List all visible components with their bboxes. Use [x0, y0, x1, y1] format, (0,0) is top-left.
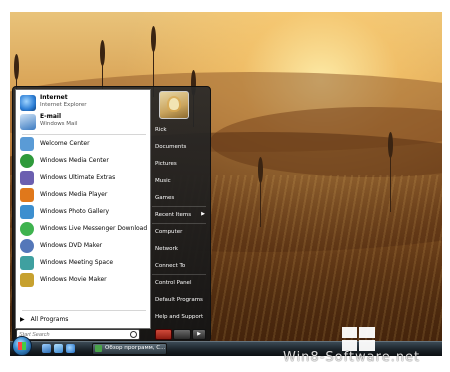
- right-item-help-support[interactable]: Help and Support: [152, 310, 207, 324]
- program-item-photo-gallery[interactable]: Windows Photo Gallery: [20, 204, 148, 221]
- internet-explorer-icon: [20, 95, 36, 111]
- meeting-space-icon: [20, 256, 34, 270]
- program-item-media-player[interactable]: Windows Media Player: [20, 187, 148, 204]
- chevron-right-icon: ▶: [201, 211, 205, 217]
- right-item-label: Documents: [155, 144, 187, 150]
- power-button[interactable]: [155, 329, 172, 340]
- right-item-label: Music: [155, 178, 171, 184]
- program-label: Windows Movie Maker: [40, 276, 107, 283]
- right-item-documents[interactable]: Documents: [152, 140, 207, 154]
- movie-maker-icon: [20, 273, 34, 287]
- program-item-media-center[interactable]: Windows Media Center: [20, 153, 148, 170]
- program-item-meeting-space[interactable]: Windows Meeting Space: [20, 255, 148, 272]
- watermark-text: Win8-Software.net: [283, 350, 421, 365]
- shutdown-options-button[interactable]: ▶: [192, 329, 206, 340]
- grass-stalk: [100, 40, 105, 66]
- divider: [152, 206, 206, 207]
- right-item-connect-to[interactable]: Connect To: [152, 259, 207, 273]
- program-item-dvd-maker[interactable]: Windows DVD Maker: [20, 238, 148, 255]
- windows-logo-icon: [18, 342, 26, 350]
- pinned-item-internet[interactable]: Internet Internet Explorer: [20, 93, 148, 113]
- grass-stem: [390, 152, 391, 212]
- quicklaunch-switch-windows-icon[interactable]: [54, 344, 63, 353]
- program-label: Windows DVD Maker: [40, 242, 103, 249]
- flower-icon: [169, 98, 179, 110]
- program-label: Windows Ultimate Extras: [40, 174, 116, 181]
- program-label: Windows Media Center: [40, 157, 109, 164]
- right-item-default-programs[interactable]: Default Programs: [152, 293, 207, 307]
- start-orb-button[interactable]: [12, 336, 32, 356]
- right-item-label: Computer: [155, 229, 183, 235]
- right-item-label: Default Programs: [155, 297, 203, 303]
- grass-stalk: [14, 54, 19, 80]
- taskbar-button-label: Обзор программ, С...: [105, 345, 166, 351]
- program-label: Windows Media Player: [40, 191, 108, 198]
- app-icon: [95, 345, 102, 352]
- start-menu: Internet Internet Explorer E-mail Window…: [12, 86, 211, 342]
- pinned-item-subtitle: Windows Mail: [40, 121, 78, 127]
- user-avatar[interactable]: [159, 91, 189, 119]
- right-item-label: Recent Items: [155, 212, 192, 218]
- windows-mail-icon: [20, 114, 36, 130]
- pinned-item-title: Internet: [40, 94, 68, 101]
- right-item-network[interactable]: Network: [152, 242, 207, 256]
- arrow-right-icon: ▶: [20, 316, 25, 323]
- start-menu-left-pane: Internet Internet Explorer E-mail Window…: [15, 89, 151, 329]
- right-item-label: Pictures: [155, 161, 177, 167]
- pinned-item-title: E-mail: [40, 113, 62, 120]
- grass-stalk: [388, 132, 393, 158]
- program-label: Windows Live Messenger Download: [40, 225, 148, 232]
- right-item-computer[interactable]: Computer: [152, 225, 207, 239]
- messenger-icon: [20, 222, 34, 236]
- right-item-label: Help and Support: [155, 314, 204, 320]
- welcome-center-icon: [20, 137, 34, 151]
- right-item-label: Control Panel: [155, 280, 192, 286]
- quicklaunch-show-desktop-icon[interactable]: [42, 344, 51, 353]
- program-item-movie-maker[interactable]: Windows Movie Maker: [20, 272, 148, 289]
- right-item-music[interactable]: Music: [152, 174, 207, 188]
- divider: [152, 223, 206, 224]
- dvd-maker-icon: [20, 239, 34, 253]
- quicklaunch-internet-explorer-icon[interactable]: [66, 344, 75, 353]
- right-item-recent-items[interactable]: Recent Items ▶: [152, 208, 207, 222]
- divider: [152, 274, 206, 275]
- right-item-label: Connect To: [155, 263, 186, 269]
- search-icon: [130, 331, 137, 338]
- right-item-label: Games: [155, 195, 175, 201]
- pinned-item-email[interactable]: E-mail Windows Mail: [20, 112, 148, 132]
- right-item-control-panel[interactable]: Control Panel: [152, 276, 207, 290]
- program-item-ultimate-extras[interactable]: Windows Ultimate Extras: [20, 170, 148, 187]
- right-item-label: Network: [155, 246, 178, 252]
- grass-stalk: [258, 157, 263, 183]
- media-center-icon: [20, 154, 34, 168]
- grass-stem: [260, 177, 261, 227]
- program-label: Windows Photo Gallery: [40, 208, 110, 215]
- all-programs-label: All Programs: [30, 316, 69, 323]
- right-item-user[interactable]: Rick: [152, 123, 207, 137]
- taskbar-button[interactable]: Обзор программ, С...: [92, 343, 167, 355]
- photo-gallery-icon: [20, 205, 34, 219]
- grass-stalk: [151, 26, 156, 52]
- right-item-label: Rick: [155, 127, 167, 133]
- program-item-messenger-download[interactable]: Windows Live Messenger Download: [20, 221, 148, 238]
- start-search-box[interactable]: [16, 329, 140, 340]
- right-item-games[interactable]: Games: [152, 191, 207, 205]
- program-label: Windows Meeting Space: [40, 259, 114, 266]
- pinned-item-subtitle: Internet Explorer: [40, 102, 87, 108]
- search-input[interactable]: [19, 330, 123, 339]
- all-programs-button[interactable]: ▶ All Programs: [20, 316, 68, 323]
- ultimate-extras-icon: [20, 171, 34, 185]
- lock-button[interactable]: [173, 329, 191, 340]
- right-item-pictures[interactable]: Pictures: [152, 157, 207, 171]
- divider: [22, 134, 146, 135]
- program-item-welcome-center[interactable]: Welcome Center: [20, 136, 148, 153]
- program-label: Welcome Center: [40, 140, 90, 147]
- divider: [22, 310, 146, 311]
- media-player-icon: [20, 188, 34, 202]
